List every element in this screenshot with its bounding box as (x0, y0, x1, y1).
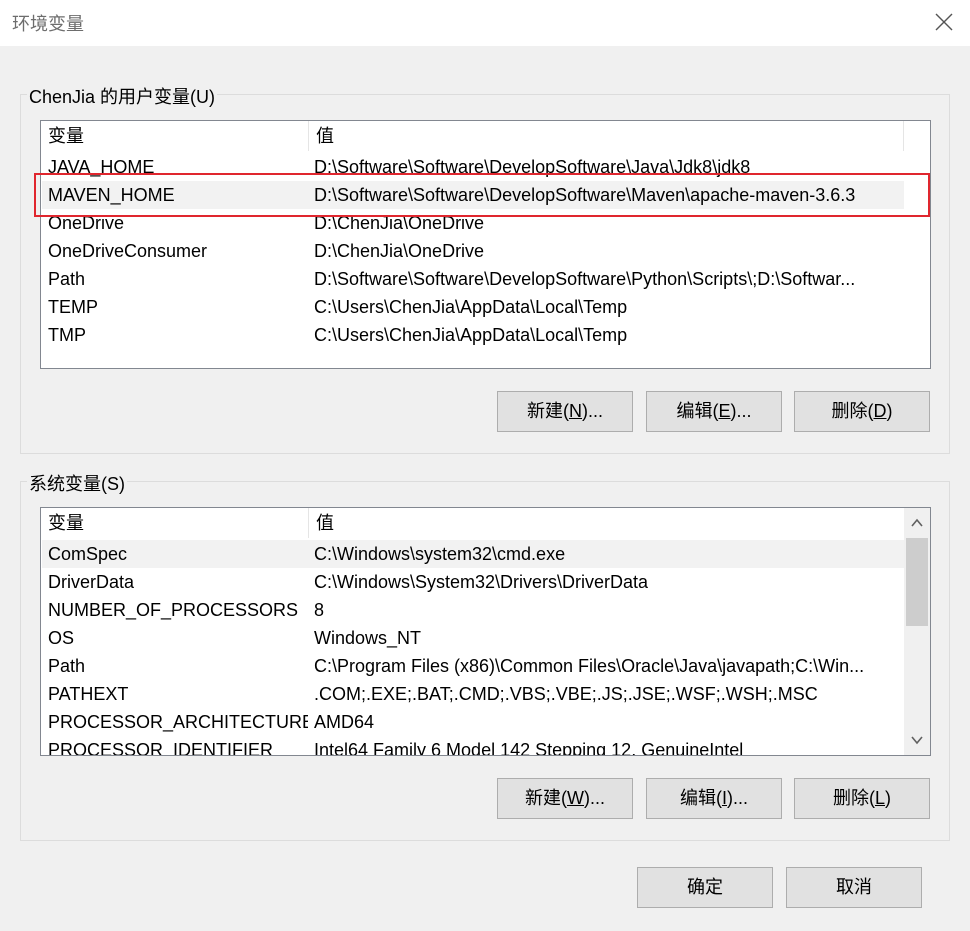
user-vars-group-label: ChenJia 的用户变量(U) (27, 83, 218, 109)
scroll-up-button[interactable] (904, 508, 930, 536)
variable-value: C:\Users\ChenJia\AppData\Local\Temp (314, 297, 628, 317)
variable-name: PATHEXT (48, 684, 129, 704)
button-accesskey: W (567, 788, 584, 808)
variable-value: C:\Users\ChenJia\AppData\Local\Temp (314, 325, 628, 345)
close-icon (935, 13, 953, 31)
list-item[interactable]: OneDriveConsumer D:\ChenJia\OneDrive (42, 237, 904, 265)
button-label-suffix: )... (584, 788, 605, 808)
system-vars-header: 变量 值 (41, 508, 930, 538)
variable-value: D:\Software\Software\DevelopSoftware\Pyt… (314, 269, 856, 289)
variable-name: ComSpec (48, 544, 128, 564)
highlight-annotation (34, 173, 930, 217)
variable-value: C:\Windows\system32\cmd.exe (314, 544, 566, 564)
list-item[interactable]: Path C:\Program Files (x86)\Common Files… (42, 652, 904, 680)
variable-name: PROCESSOR_ARCHITECTURE (48, 712, 308, 732)
list-item[interactable]: Path D:\Software\Software\DevelopSoftwar… (42, 265, 904, 293)
list-item[interactable]: DriverData C:\Windows\System32\Drivers\D… (42, 568, 904, 596)
user-vars-list[interactable]: 变量 值 JAVA_HOME D:\Software\Software\Deve… (40, 120, 931, 369)
button-label-suffix: ) (885, 788, 891, 808)
variable-name: TEMP (48, 297, 99, 317)
system-new-button[interactable]: 新建(W)... (497, 778, 633, 819)
button-accesskey: D (873, 401, 887, 421)
chevron-up-icon (911, 518, 923, 527)
variable-name: PROCESSOR_IDENTIFIER (48, 740, 274, 756)
list-item[interactable]: OS Windows_NT (42, 624, 904, 652)
variable-value: D:\ChenJia\OneDrive (314, 241, 485, 261)
user-delete-button[interactable]: 删除(D) (794, 391, 930, 432)
variable-name: NUMBER_OF_PROCESSORS (48, 600, 299, 620)
variable-name: OneDriveConsumer (48, 241, 208, 261)
column-divider[interactable] (903, 121, 904, 151)
button-label-suffix: ) (886, 401, 893, 421)
list-item[interactable]: TMP C:\Users\ChenJia\AppData\Local\Temp (42, 321, 904, 349)
list-item-selected[interactable]: ComSpec C:\Windows\system32\cmd.exe (42, 540, 904, 568)
button-label-suffix: )... (582, 401, 603, 421)
variable-name: TMP (48, 325, 86, 345)
scrollbar-thumb[interactable] (906, 538, 928, 626)
list-item[interactable]: PATHEXT .COM;.EXE;.BAT;.CMD;.VBS;.VBE;.J… (42, 680, 904, 708)
button-label: 编辑( (676, 401, 719, 421)
system-vars-group-label: 系统变量(S) (27, 470, 127, 496)
system-vars-list[interactable]: 变量 值 ComSpec C:\Windows\system32\cmd.exe… (40, 507, 931, 756)
variable-value: Windows_NT (314, 628, 422, 648)
variable-name: DriverData (48, 572, 135, 592)
column-header-value[interactable]: 值 (309, 121, 334, 151)
user-edit-button[interactable]: 编辑(E)... (646, 391, 782, 432)
column-header-variable[interactable]: 变量 (41, 508, 84, 538)
scroll-down-button[interactable] (904, 727, 930, 755)
button-label-suffix: )... (730, 401, 752, 421)
close-button[interactable] (918, 0, 970, 46)
user-vars-header: 变量 值 (41, 121, 930, 151)
list-item[interactable]: PROCESSOR_ARCHITECTURE AMD64 (42, 708, 904, 736)
system-edit-button[interactable]: 编辑(I)... (646, 778, 782, 819)
ok-button[interactable]: 确定 (637, 867, 773, 908)
variable-value: AMD64 (314, 712, 375, 732)
button-label: 新建( (527, 401, 569, 421)
button-accesskey: L (874, 788, 885, 808)
cancel-button[interactable]: 取消 (786, 867, 922, 908)
variable-value: .COM;.EXE;.BAT;.CMD;.VBS;.VBE;.JS;.JSE;.… (314, 684, 818, 704)
button-label-suffix: )... (727, 788, 748, 808)
title-bar: 环境变量 (0, 0, 970, 46)
button-accesskey: E (718, 401, 731, 421)
variable-name: OS (48, 628, 75, 648)
variable-value: C:\Program Files (x86)\Common Files\Orac… (314, 656, 865, 676)
system-delete-button[interactable]: 删除(L) (794, 778, 930, 819)
column-header-variable[interactable]: 变量 (41, 121, 84, 151)
window-title: 环境变量 (12, 14, 84, 34)
button-label: 删除( (832, 788, 875, 808)
user-new-button[interactable]: 新建(N)... (497, 391, 633, 432)
variable-value: Intel64 Family 6 Model 142 Stepping 12, … (314, 740, 744, 756)
column-header-value[interactable]: 值 (309, 508, 334, 538)
variable-value: C:\Windows\System32\Drivers\DriverData (314, 572, 649, 592)
button-accesskey: N (569, 401, 582, 421)
button-label: 删除( (831, 401, 874, 421)
vertical-scrollbar[interactable] (904, 508, 930, 755)
list-item[interactable]: NUMBER_OF_PROCESSORS 8 (42, 596, 904, 624)
list-item[interactable]: TEMP C:\Users\ChenJia\AppData\Local\Temp (42, 293, 904, 321)
variable-value: 8 (314, 600, 325, 620)
chevron-down-icon (911, 736, 923, 745)
variable-name: Path (48, 656, 86, 676)
list-item[interactable]: PROCESSOR_IDENTIFIER Intel64 Family 6 Mo… (42, 736, 904, 756)
variable-name: Path (48, 269, 86, 289)
button-label: 新建( (525, 788, 567, 808)
button-label: 编辑( (679, 788, 722, 808)
